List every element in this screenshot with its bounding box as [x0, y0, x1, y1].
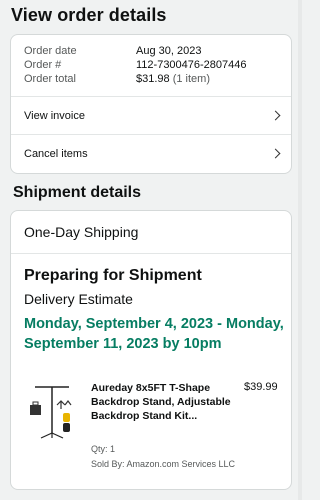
chevron-right-icon [270, 148, 281, 159]
product-quantity: Qty: 1 [91, 444, 116, 454]
shipment-section-title: Shipment details [13, 184, 142, 201]
cancel-items-link[interactable]: Cancel items [11, 135, 291, 172]
view-invoice-link[interactable]: View invoice [11, 97, 291, 134]
order-date-value: Aug 30, 2023 [136, 45, 202, 57]
product-price: $39.99 [244, 381, 278, 393]
order-number-label: Order # [24, 59, 62, 71]
cancel-items-label: Cancel items [24, 147, 88, 160]
order-summary-card: Order date Aug 30, 2023 Order # 112-7300… [10, 34, 292, 174]
order-total-amount: $31.98 [136, 73, 170, 85]
shipping-method: One-Day Shipping [24, 224, 139, 240]
divider [11, 253, 291, 254]
product-title-link[interactable]: Aureday 8x5FT T-Shape Backdrop Stand, Ad… [91, 381, 241, 423]
product-thumbnail[interactable] [27, 383, 77, 439]
order-date-label: Order date [24, 45, 77, 57]
delivery-estimate-label: Delivery Estimate [24, 291, 133, 307]
product-seller: Sold By: Amazon.com Services LLC [91, 459, 236, 469]
order-total-items: (1 item) [172, 73, 210, 85]
shipment-card: One-Day Shipping Preparing for Shipment … [10, 210, 292, 490]
page-title: View order details [11, 5, 167, 25]
order-total-label: Order total [24, 73, 76, 85]
delivery-estimate-date: Monday, September 4, 2023 - Monday, Sept… [24, 316, 284, 352]
order-number-value: 112-7300476-2807446 [136, 59, 247, 71]
shipment-status: Preparing for Shipment [24, 267, 202, 284]
order-total-value: $31.98 (1 item) [136, 73, 210, 85]
chevron-right-icon [270, 110, 281, 121]
scrollbar[interactable] [298, 0, 302, 500]
view-invoice-label: View invoice [24, 109, 85, 122]
